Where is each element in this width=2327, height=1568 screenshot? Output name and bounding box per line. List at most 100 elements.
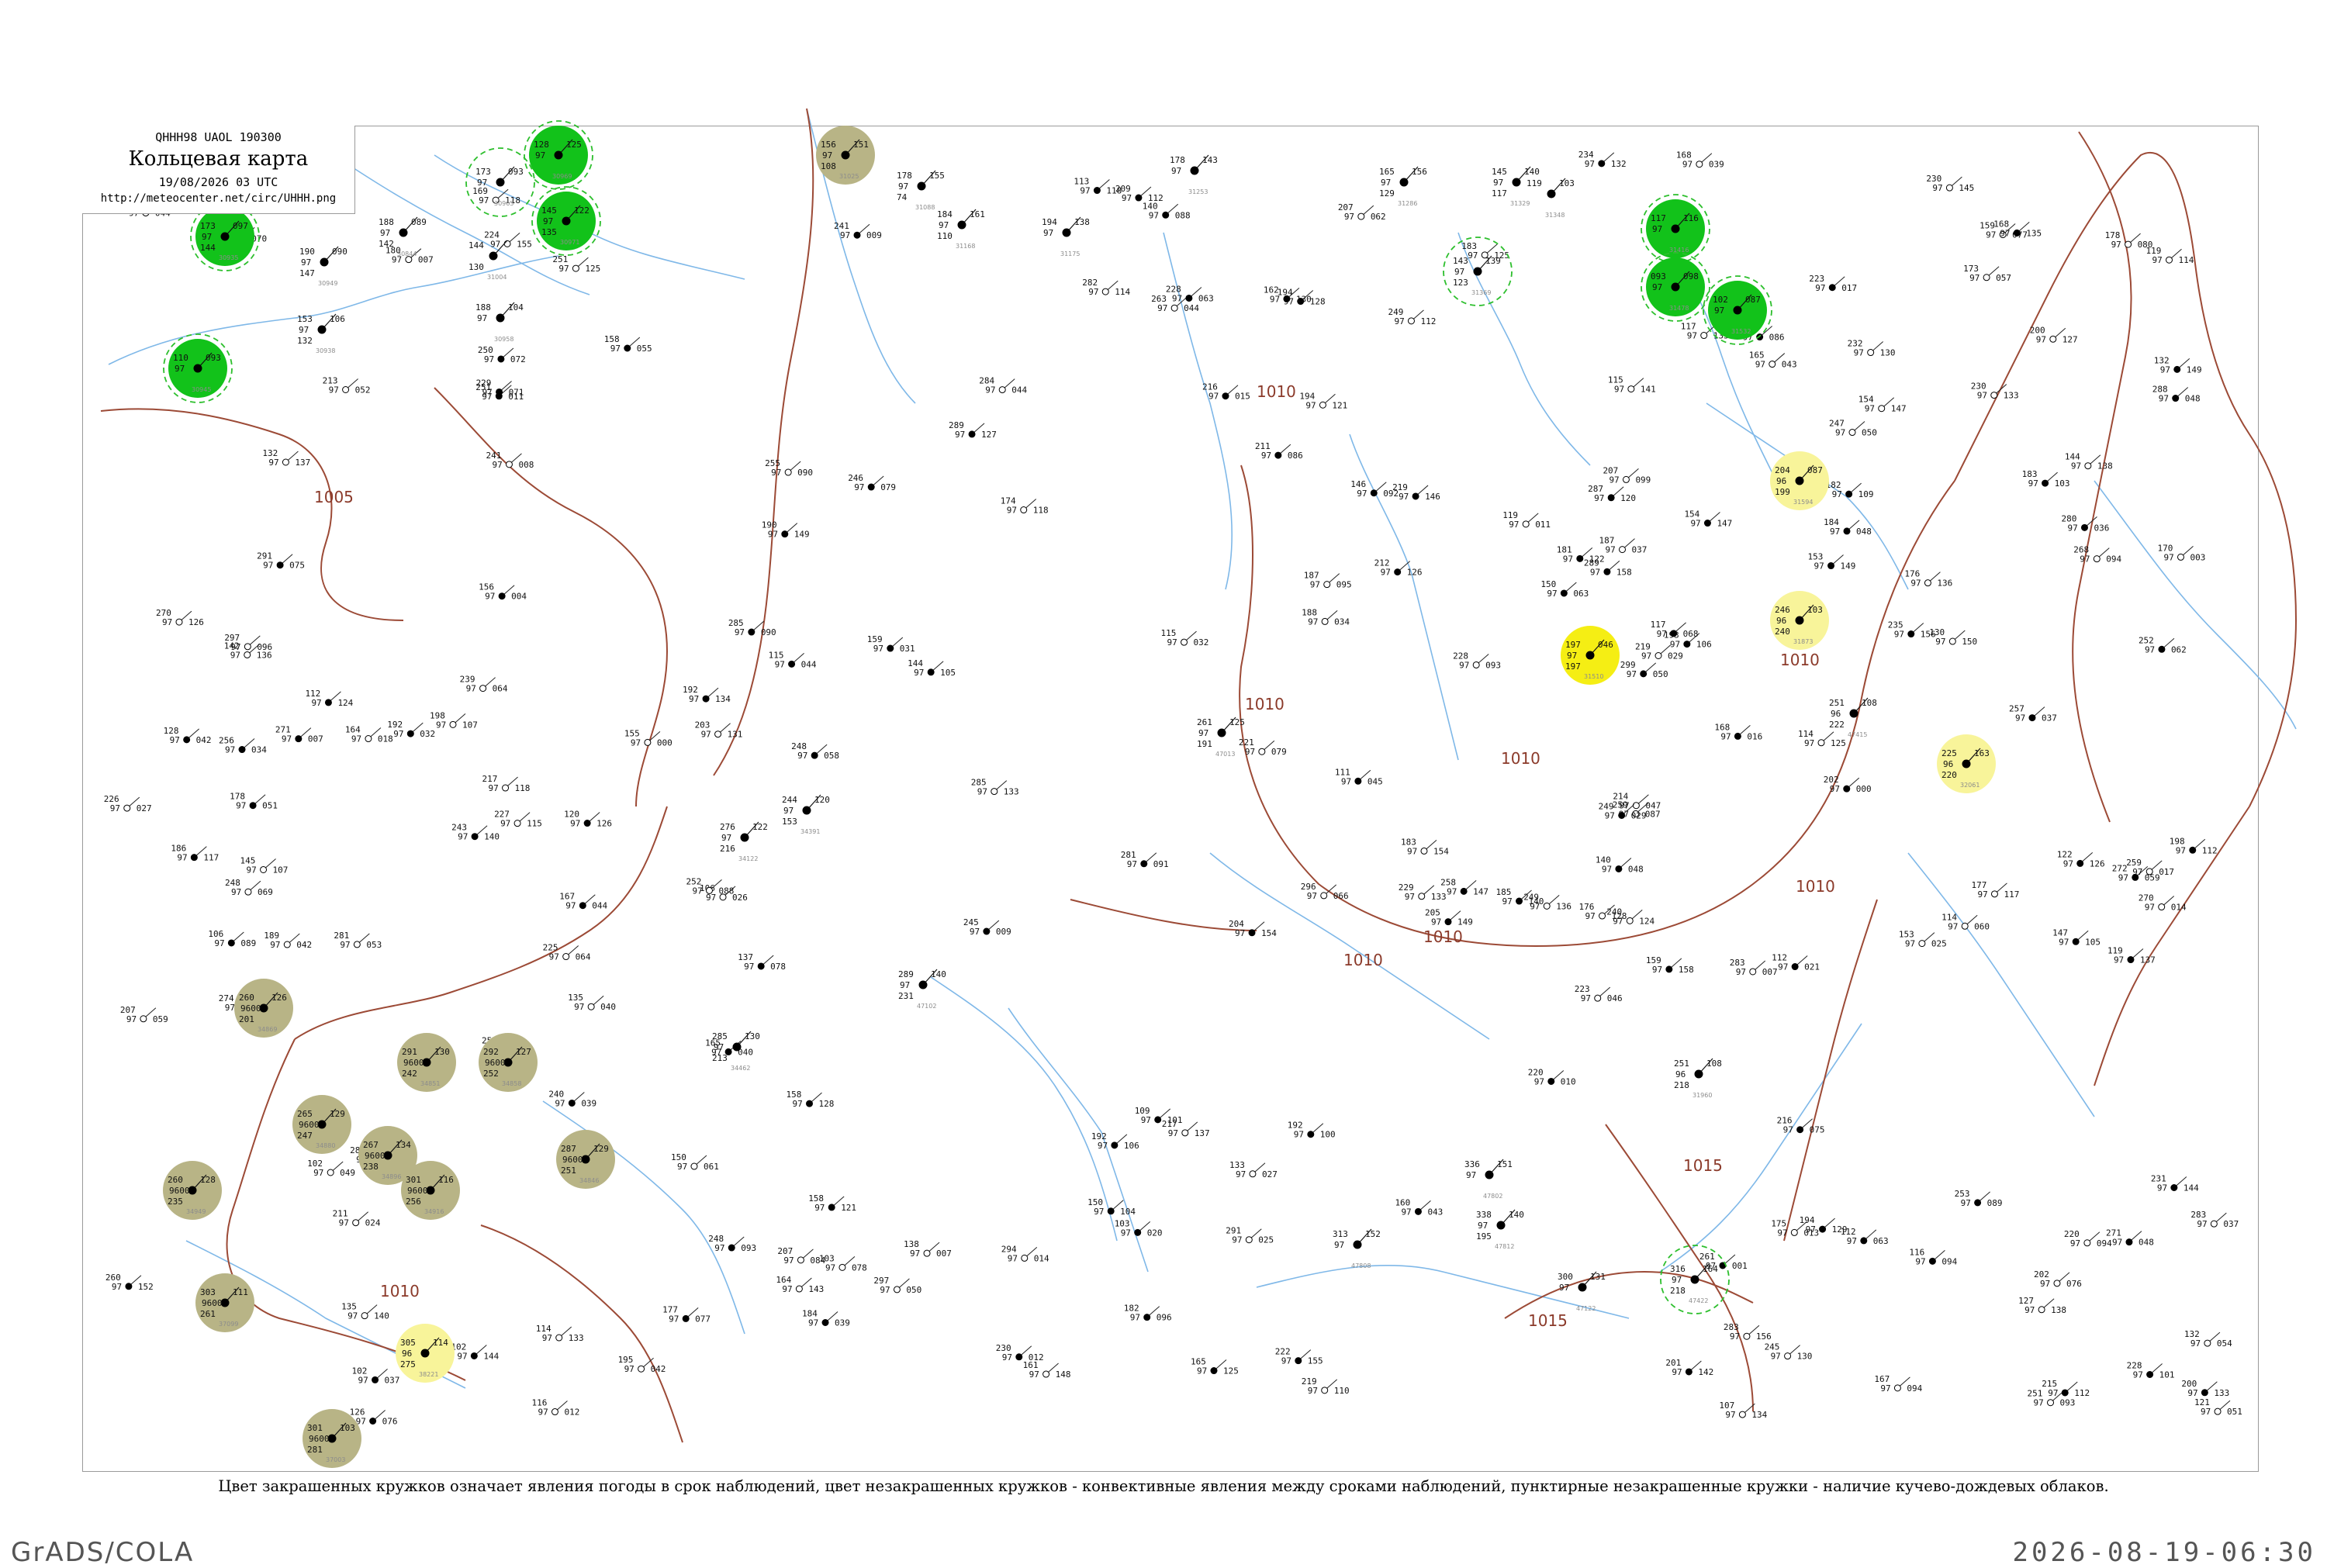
station-pressure: 140 xyxy=(1509,1210,1524,1220)
svg-text:97: 97 xyxy=(610,344,621,354)
river-line xyxy=(2094,480,2297,730)
svg-text:97: 97 xyxy=(2070,1238,2080,1249)
station-plot-minor: 19897 107 xyxy=(430,710,478,730)
station-plot-minor: 22697 027 xyxy=(104,794,152,813)
svg-text:97: 97 xyxy=(2152,255,2163,265)
svg-text:135: 135 xyxy=(2026,228,2042,238)
station-plot-minor: 25397 089 xyxy=(1955,1189,2003,1208)
svg-text:97: 97 xyxy=(1168,1128,1178,1138)
svg-text:97: 97 xyxy=(706,893,716,903)
svg-text:97: 97 xyxy=(955,430,965,440)
svg-text:97: 97 xyxy=(225,745,235,755)
svg-text:97: 97 xyxy=(1127,859,1137,869)
station-dewpoint: 235 xyxy=(168,1197,183,1207)
station-visibility: 9600 xyxy=(562,1155,583,1165)
svg-text:014: 014 xyxy=(2171,903,2187,913)
svg-text:97: 97 xyxy=(2163,552,2173,562)
station-id: 31286 xyxy=(1398,200,1417,207)
svg-text:97: 97 xyxy=(1969,273,1980,283)
cloud-cover-icon xyxy=(220,232,230,241)
svg-text:97: 97 xyxy=(1609,475,1619,485)
station-plot-minor: 12797 138 xyxy=(2018,1296,2066,1315)
svg-text:97: 97 xyxy=(482,387,493,397)
svg-text:97: 97 xyxy=(1720,731,1731,741)
station-plot-minor: 20297 076 xyxy=(2034,1269,2082,1289)
station-id: 31348 xyxy=(1545,212,1565,219)
station-dewpoint: 195 xyxy=(1476,1231,1492,1242)
station-dewpoint: 153 xyxy=(782,817,797,827)
svg-text:97: 97 xyxy=(1029,1369,1039,1380)
cloud-cover-icon xyxy=(1795,616,1804,625)
svg-text:063: 063 xyxy=(1573,589,1589,599)
station-plot-minor: 14797 105 xyxy=(2052,927,2101,947)
station-plot-minor: 18397 103 xyxy=(2022,469,2070,489)
station-id: 34462 xyxy=(731,1065,750,1072)
station-visibility: 97 xyxy=(1043,228,1053,238)
station-plot-minor: 18597 140 xyxy=(1496,887,1544,907)
svg-text:154: 154 xyxy=(1261,928,1277,938)
cloud-cover-icon xyxy=(957,220,966,230)
svg-text:072: 072 xyxy=(510,354,526,364)
station-plot-minor: 27097 126 xyxy=(156,608,204,627)
station-id: 31594 xyxy=(1793,499,1813,506)
svg-text:97: 97 xyxy=(714,1243,724,1253)
station-plot-minor: 25197 125 xyxy=(552,254,600,274)
svg-text:97: 97 xyxy=(1261,451,1271,461)
station-temp: 301 xyxy=(406,1175,421,1185)
svg-text:090: 090 xyxy=(797,468,813,478)
station-id: 31088 xyxy=(915,204,935,211)
isobar-label: 1010 xyxy=(380,1282,420,1300)
station-temp: 165 xyxy=(1379,167,1395,177)
station-plot-minor: 17697 128 xyxy=(1579,902,1627,921)
station-plot-minor: 23297 130 xyxy=(1848,339,1896,358)
station-plot-minor: 12897 042 xyxy=(164,726,212,745)
station-plot-minor: 10297 037 xyxy=(352,1366,400,1385)
station-plot-minor: 25897 147 xyxy=(1440,877,1489,896)
station-id: 30965 xyxy=(494,200,513,207)
svg-text:125: 125 xyxy=(1223,1366,1239,1376)
svg-text:97: 97 xyxy=(549,952,559,962)
svg-text:050: 050 xyxy=(1862,428,1877,438)
isobar-label: 1010 xyxy=(1780,651,1820,669)
svg-text:096: 096 xyxy=(257,642,272,652)
station-dewpoint: 275 xyxy=(400,1359,416,1369)
station-plot-minor: 13897 007 xyxy=(904,1239,952,1259)
svg-text:97: 97 xyxy=(701,730,711,740)
svg-text:97: 97 xyxy=(1007,506,1017,516)
station-plot-minor: 15897 128 xyxy=(787,1090,835,1109)
station-plot-minor: 17797 117 xyxy=(1971,880,2019,900)
cloud-cover-icon xyxy=(918,980,928,989)
station-temp: 188 xyxy=(379,217,394,227)
station-plot-minor: 10697 089 xyxy=(208,929,256,948)
station-visibility: 9600 xyxy=(407,1186,428,1196)
station-id: 31329 xyxy=(1510,200,1530,207)
svg-text:032: 032 xyxy=(1194,637,1209,648)
svg-text:97: 97 xyxy=(340,940,350,950)
station-visibility: 97 xyxy=(1672,1275,1682,1285)
station-pressure: 122 xyxy=(574,205,590,216)
svg-text:97: 97 xyxy=(458,832,468,842)
svg-text:048: 048 xyxy=(1628,864,1644,874)
svg-text:97: 97 xyxy=(247,865,257,875)
svg-text:97: 97 xyxy=(1778,962,1788,972)
svg-text:97: 97 xyxy=(1777,1228,1787,1238)
station-visibility: 97 xyxy=(898,181,908,192)
station-temp: 313 xyxy=(1333,1229,1348,1239)
station-temp: 285 xyxy=(712,1031,728,1041)
station-temp: 190 xyxy=(299,247,315,257)
station-visibility: 97 xyxy=(175,364,185,374)
svg-text:97: 97 xyxy=(1232,1235,1242,1245)
station-plot: 188 104 97 30958 xyxy=(475,302,524,343)
svg-text:97: 97 xyxy=(1832,489,1842,499)
station-dewpoint: 74 xyxy=(897,192,908,202)
river-line xyxy=(1256,1264,1630,1319)
cloud-cover-icon xyxy=(1062,228,1071,237)
svg-text:97: 97 xyxy=(1602,864,1612,874)
svg-text:156: 156 xyxy=(1756,1331,1772,1342)
station-plot: 289 140 9723147102 xyxy=(898,969,946,1010)
station-plot-minor: 13397 027 xyxy=(1229,1160,1278,1179)
svg-text:97: 97 xyxy=(1401,1207,1411,1217)
svg-text:97: 97 xyxy=(1509,520,1519,530)
station-dewpoint: 142 xyxy=(379,239,394,249)
svg-text:97: 97 xyxy=(1652,965,1662,975)
